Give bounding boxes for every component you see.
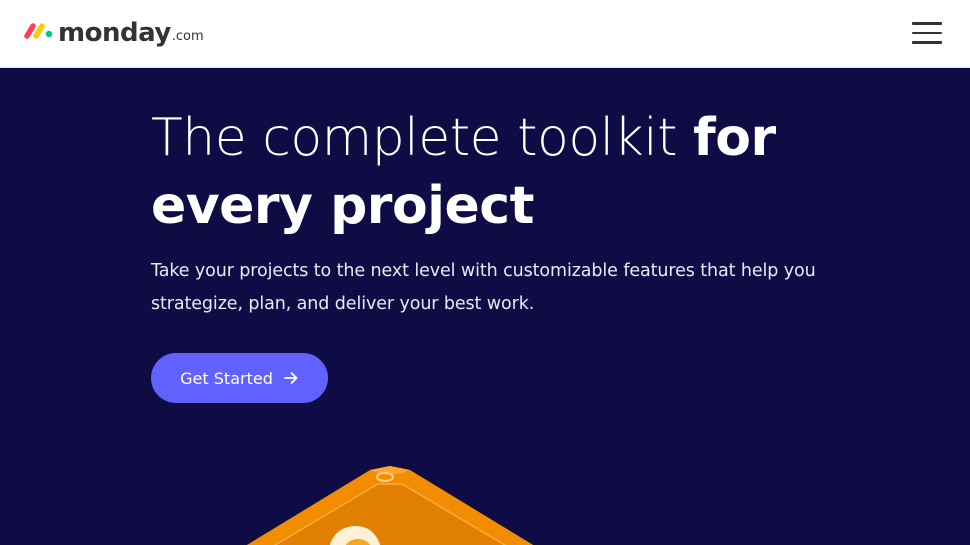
menu-line bbox=[912, 41, 942, 44]
hero-headline: The complete toolkit for every project bbox=[151, 104, 851, 240]
arrow-right-icon bbox=[283, 372, 298, 384]
headline-light-text: The complete toolkit bbox=[151, 108, 694, 168]
menu-line bbox=[912, 22, 942, 25]
monday-logo-mark-icon bbox=[24, 23, 53, 39]
top-navigation-bar: monday .com bbox=[0, 0, 970, 68]
hero-subtitle: Take your projects to the next level wit… bbox=[151, 261, 816, 314]
menu-line bbox=[912, 31, 942, 35]
logo-wordmark: monday bbox=[58, 18, 171, 48]
hamburger-menu-icon[interactable] bbox=[912, 20, 942, 46]
get-started-button[interactable]: Get Started bbox=[151, 353, 328, 403]
monday-logo[interactable]: monday .com bbox=[24, 14, 204, 48]
orange-isometric-board-illustration bbox=[246, 466, 534, 545]
hero-section: The complete toolkit for every project T… bbox=[0, 68, 970, 545]
logo-domain-suffix: .com bbox=[171, 29, 204, 44]
get-started-label: Get Started bbox=[180, 368, 273, 388]
